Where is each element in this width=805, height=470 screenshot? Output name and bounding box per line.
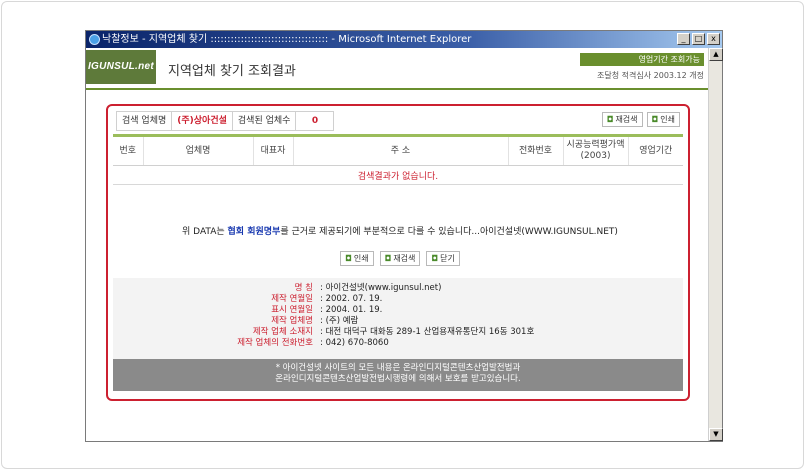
table-header-row: 번호 업체명 대표자 주 소 전화번호 시공능력평가액 (2003) 영업기간 (113, 134, 683, 166)
info-value: : 2004. 01. 19. (320, 305, 383, 315)
info-value: : 2002. 07. 19. (320, 294, 383, 304)
maximize-button[interactable]: □ (692, 33, 705, 45)
title-bar[interactable]: 낙찰정보 - 지역업체 찾기 :::::::::::::::::::::::::… (86, 31, 722, 48)
copyright-line-1: * 아이건설넷 사이트의 모든 내용은 온라인디지털콘텐츠산업발전법과 (275, 363, 521, 373)
info-label: 제작 업체명 (271, 316, 313, 326)
producer-info: 명 칭 : 아이건설넷(www.igunsul.net) 제작 연월일 : 20… (113, 278, 683, 359)
info-label: 표시 연월일 (271, 305, 313, 315)
research-button-bottom[interactable]: ◘ 재검색 (379, 251, 421, 266)
info-value: : 아이건설넷(www.igunsul.net) (320, 283, 442, 293)
print-button[interactable]: ◘ 인쇄 (646, 112, 680, 127)
company-name-value: (주)상아건설 (172, 111, 233, 131)
member-directory-link[interactable]: 협회 회원명부 (228, 227, 281, 237)
research-button[interactable]: ◘ 재검색 (601, 112, 643, 127)
plus-icon: ◘ (431, 254, 439, 263)
results-panel: 2 검색 업체명 (주)상아건설 검색된 업체수 0 ◘ 재검색 ◘ 인쇄 (106, 104, 690, 401)
page-title: 지역업체 찾기 조회결과 (168, 64, 296, 79)
data-notice: 위 DATA는 협회 회원명부를 근거로 제공되기에 부분적으로 다를 수 있습… (108, 224, 692, 237)
col-ceo: 대표자 (252, 134, 293, 166)
close-page-button[interactable]: ◘ 닫기 (426, 251, 460, 266)
result-count-value: 0 (296, 111, 335, 131)
info-value: : 042) 670-8060 (320, 338, 389, 348)
info-label: 제작 업체의 전화번호 (237, 338, 313, 348)
close-label: 닫기 (440, 254, 455, 263)
notice-prefix: 위 DATA는 (182, 227, 228, 237)
page-header: IGUNSUL.net 지역업체 찾기 조회결과 영업기간 조회가능 조달청 적… (86, 48, 708, 90)
info-value: : 대전 대덕구 대화동 289-1 산업용재유통단지 16동 301호 (320, 327, 535, 337)
top-actions: ◘ 재검색 ◘ 인쇄 (601, 112, 680, 127)
view-period-badge: 영업기간 조회가능 (580, 53, 704, 66)
copyright-footer: * 아이건설넷 사이트의 모든 내용은 온라인디지털콘텐츠산업발전법과 온라인디… (113, 359, 683, 391)
table-row: 검색결과가 없습니다. (113, 165, 683, 185)
search-summary: 검색 업체명 (주)상아건설 검색된 업체수 0 (116, 111, 335, 131)
agency-notice: 조달청 적격심사 2003.12 개정 (597, 71, 704, 80)
research-label: 재검색 (393, 254, 416, 263)
copyright-line-2: 온라인디지털콘텐츠산업발전법시행령에 의해서 보호를 받고있습니다. (275, 374, 521, 384)
scroll-up-icon[interactable]: ▲ (709, 48, 723, 61)
col-phone: 전화번호 (507, 134, 563, 166)
scroll-down-icon[interactable]: ▼ (709, 428, 723, 441)
info-label: 명 칭 (294, 283, 313, 293)
empty-message: 검색결과가 없습니다. (113, 165, 683, 185)
results-table: 번호 업체명 대표자 주 소 전화번호 시공능력평가액 (2003) 영업기간 … (113, 134, 683, 185)
col-company: 업체명 (142, 134, 253, 166)
plus-icon: ◘ (606, 115, 614, 124)
col-address: 주 소 (292, 134, 508, 166)
col-capacity: 시공능력평가액 (2003) (562, 134, 628, 166)
browser-window: 낙찰정보 - 지역업체 찾기 :::::::::::::::::::::::::… (85, 30, 723, 442)
info-label: 제작 업체 소재지 (252, 327, 313, 337)
plus-icon: ◘ (651, 115, 659, 124)
company-name-label: 검색 업체명 (116, 111, 173, 131)
info-value: : (주) 예람 (320, 316, 359, 326)
result-count-label: 검색된 업체수 (232, 111, 297, 131)
print-label: 인쇄 (353, 254, 369, 263)
ie-icon (89, 34, 100, 45)
plus-icon: ◘ (384, 254, 392, 263)
window-title: 낙찰정보 - 지역업체 찾기 :::::::::::::::::::::::::… (102, 34, 472, 45)
print-label: 인쇄 (660, 115, 675, 124)
close-button[interactable]: x (707, 33, 720, 45)
info-label: 제작 연월일 (271, 294, 313, 304)
igunsul-logo: IGUNSUL.net (86, 50, 156, 84)
page-content: IGUNSUL.net 지역업체 찾기 조회결과 영업기간 조회가능 조달청 적… (86, 48, 708, 441)
print-button-bottom[interactable]: ◘ 인쇄 (340, 251, 374, 266)
vertical-scrollbar[interactable]: ▲ ▼ (708, 48, 723, 441)
notice-suffix: 를 근거로 제공되기에 부분적으로 다를 수 있습니다...아이건설넷(WWW.… (280, 227, 618, 237)
research-label: 재검색 (615, 115, 638, 124)
window-controls: _ □ x (677, 33, 720, 45)
minimize-button[interactable]: _ (677, 33, 690, 45)
col-number: 번호 (113, 134, 143, 166)
bottom-actions: ◘ 인쇄 ◘ 재검색 ◘ 닫기 (108, 251, 692, 266)
header-divider (86, 88, 708, 90)
col-period: 영업기간 (627, 134, 683, 166)
plus-icon: ◘ (345, 254, 352, 263)
